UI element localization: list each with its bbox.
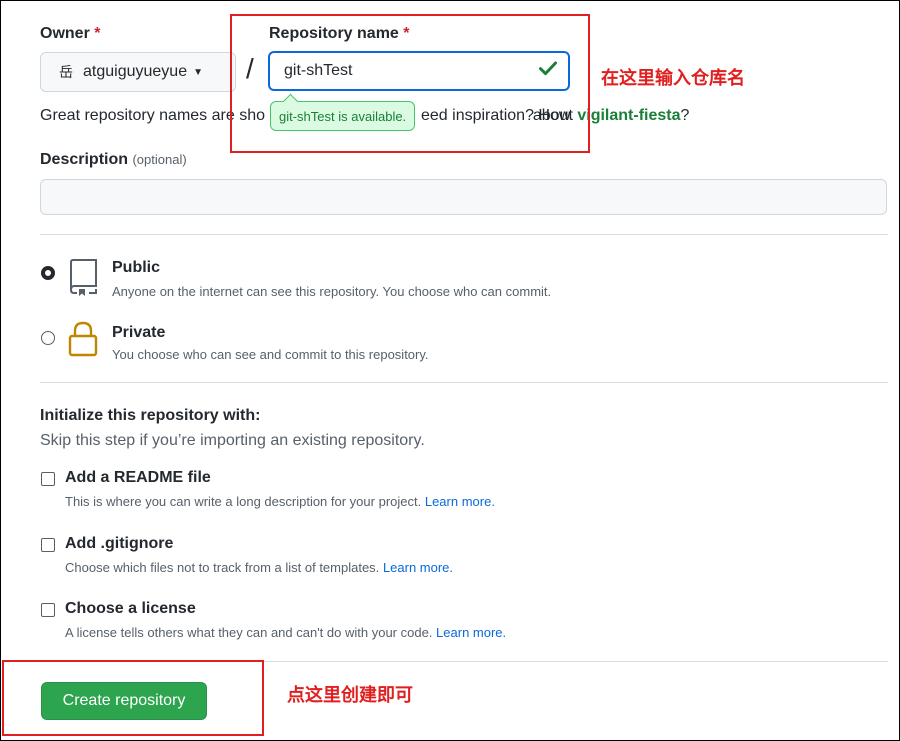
private-title: Private: [112, 324, 166, 341]
divider: [40, 234, 888, 235]
private-description: You choose who can see and commit to thi…: [112, 347, 429, 362]
public-radio[interactable]: [41, 266, 55, 280]
owner-value: atguiguyueyue: [83, 63, 188, 80]
readme-checkbox[interactable]: [41, 472, 55, 486]
license-title: Choose a license: [65, 600, 196, 617]
public-title: Public: [112, 259, 161, 276]
suggested-name-link[interactable]: vigilant-fiesta: [577, 107, 680, 124]
license-checkbox[interactable]: [41, 603, 55, 617]
lock-icon: [68, 321, 98, 357]
annotation-box-create: [2, 660, 264, 736]
gitignore-title: Add .gitignore: [65, 535, 174, 552]
description-input[interactable]: [40, 179, 887, 215]
license-description: A license tells others what they can and…: [65, 625, 507, 640]
avatar: 岳: [59, 64, 73, 80]
caret-down-icon: ▼: [193, 66, 203, 78]
divider: [40, 382, 888, 383]
readme-description: This is where you can write a long descr…: [65, 494, 495, 509]
gitignore-description: Choose which files not to track from a l…: [65, 560, 454, 575]
owner-label: Owner *: [40, 25, 101, 42]
repo-icon: [69, 259, 97, 296]
initialize-subtitle: Skip this step if you’re importing an ex…: [40, 432, 425, 449]
public-description: Anyone on the internet can see this repo…: [112, 284, 552, 299]
readme-title: Add a README file: [65, 469, 211, 486]
gitignore-checkbox[interactable]: [41, 538, 55, 552]
initialize-title: Initialize this repository with:: [40, 407, 261, 424]
private-radio[interactable]: [41, 331, 55, 345]
annotation-box-repo-name: [230, 14, 590, 153]
description-label: Description (optional): [40, 151, 187, 168]
learn-more-link[interactable]: Learn more.: [425, 494, 495, 509]
learn-more-link[interactable]: Learn more.: [383, 560, 453, 575]
annotation-create: 点这里创建即可: [287, 685, 413, 705]
learn-more-link[interactable]: Learn more.: [436, 625, 506, 640]
annotation-repo-name: 在这里输入仓库名: [601, 68, 745, 88]
owner-dropdown[interactable]: 岳 atguiguyueyue ▼: [40, 52, 236, 92]
